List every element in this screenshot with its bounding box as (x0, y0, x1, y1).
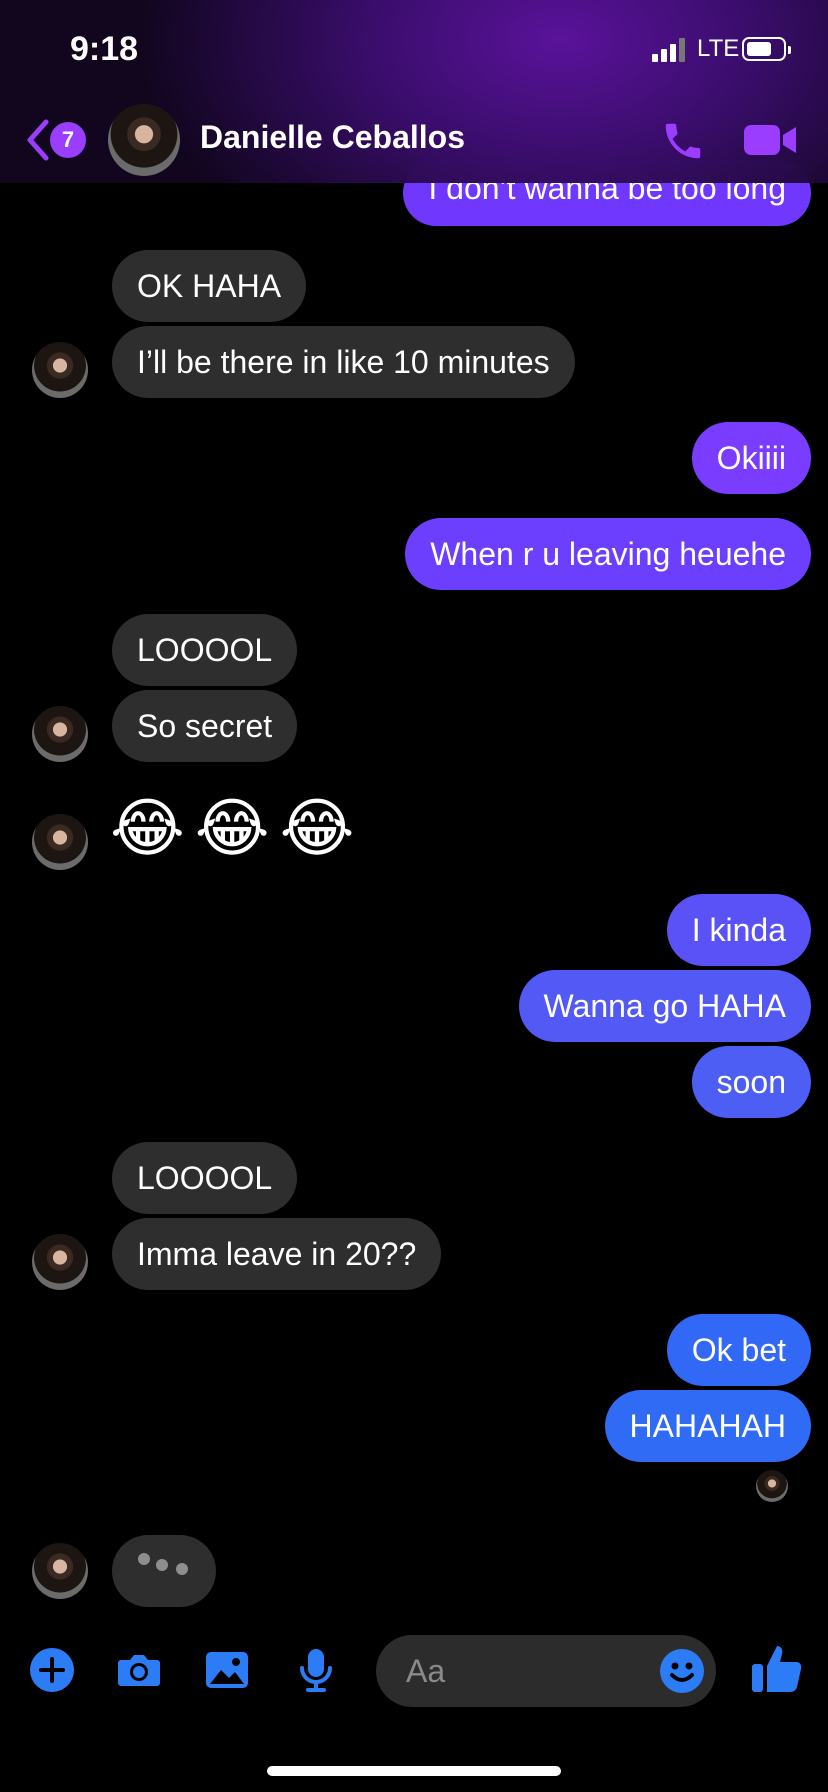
message-input-placeholder: Aa (406, 1653, 446, 1689)
sender-avatar (32, 814, 88, 870)
message-bubble-incoming[interactable]: OK HAHA (112, 250, 307, 322)
status-time: 9:18 (70, 30, 139, 68)
emoji-message[interactable]: 😂😂😂 (110, 792, 364, 864)
contact-avatar[interactable] (108, 104, 180, 176)
message-bubble-incoming[interactable]: LOOOOL (112, 1142, 298, 1214)
sender-avatar (32, 1234, 88, 1290)
contact-name[interactable]: Danielle Ceballos (200, 119, 465, 156)
message-bubble-incoming[interactable]: So secret (112, 690, 298, 762)
message-bubble-outgoing[interactable]: HAHAHAH (604, 1390, 811, 1462)
plus-circle-icon[interactable] (28, 1646, 76, 1694)
chat-header: 9:18 LTE 7 Danielle Ceballos (0, 0, 828, 183)
network-type: LTE (697, 35, 740, 62)
battery-icon (742, 37, 791, 61)
home-indicator (267, 1766, 561, 1776)
message-bubble-outgoing[interactable]: I kinda (666, 894, 811, 966)
message-bubble-incoming[interactable]: Imma leave in 20?? (112, 1218, 442, 1290)
cell-signal-icon (652, 36, 686, 62)
sender-avatar (32, 706, 88, 762)
video-camera-icon[interactable] (742, 120, 798, 160)
microphone-icon[interactable] (292, 1646, 340, 1694)
read-receipt-avatar (756, 1470, 788, 1502)
message-input[interactable]: Aa (376, 1635, 716, 1707)
message-bubble-incoming[interactable]: I’ll be there in like 10 minutes (112, 326, 575, 398)
thumbs-up-icon[interactable] (748, 1640, 804, 1696)
camera-icon[interactable] (115, 1646, 163, 1694)
message-bubble-incoming[interactable]: LOOOOL (112, 614, 298, 686)
sender-avatar (32, 342, 88, 398)
photo-icon[interactable] (203, 1646, 251, 1694)
smiley-icon[interactable] (658, 1647, 706, 1695)
message-bubble-outgoing[interactable]: Ok bet (666, 1314, 811, 1386)
message-bubble-outgoing[interactable]: Wanna go HAHA (518, 970, 811, 1042)
typing-indicator (112, 1535, 216, 1607)
sender-avatar (32, 1543, 88, 1599)
message-bubble-outgoing[interactable]: soon (691, 1046, 811, 1118)
phone-icon[interactable] (660, 118, 706, 164)
message-bubble-outgoing[interactable]: When r u leaving heuehe (405, 518, 811, 590)
unread-count-badge[interactable]: 7 (50, 122, 86, 158)
message-bubble-outgoing[interactable]: Okiiii (691, 422, 811, 494)
